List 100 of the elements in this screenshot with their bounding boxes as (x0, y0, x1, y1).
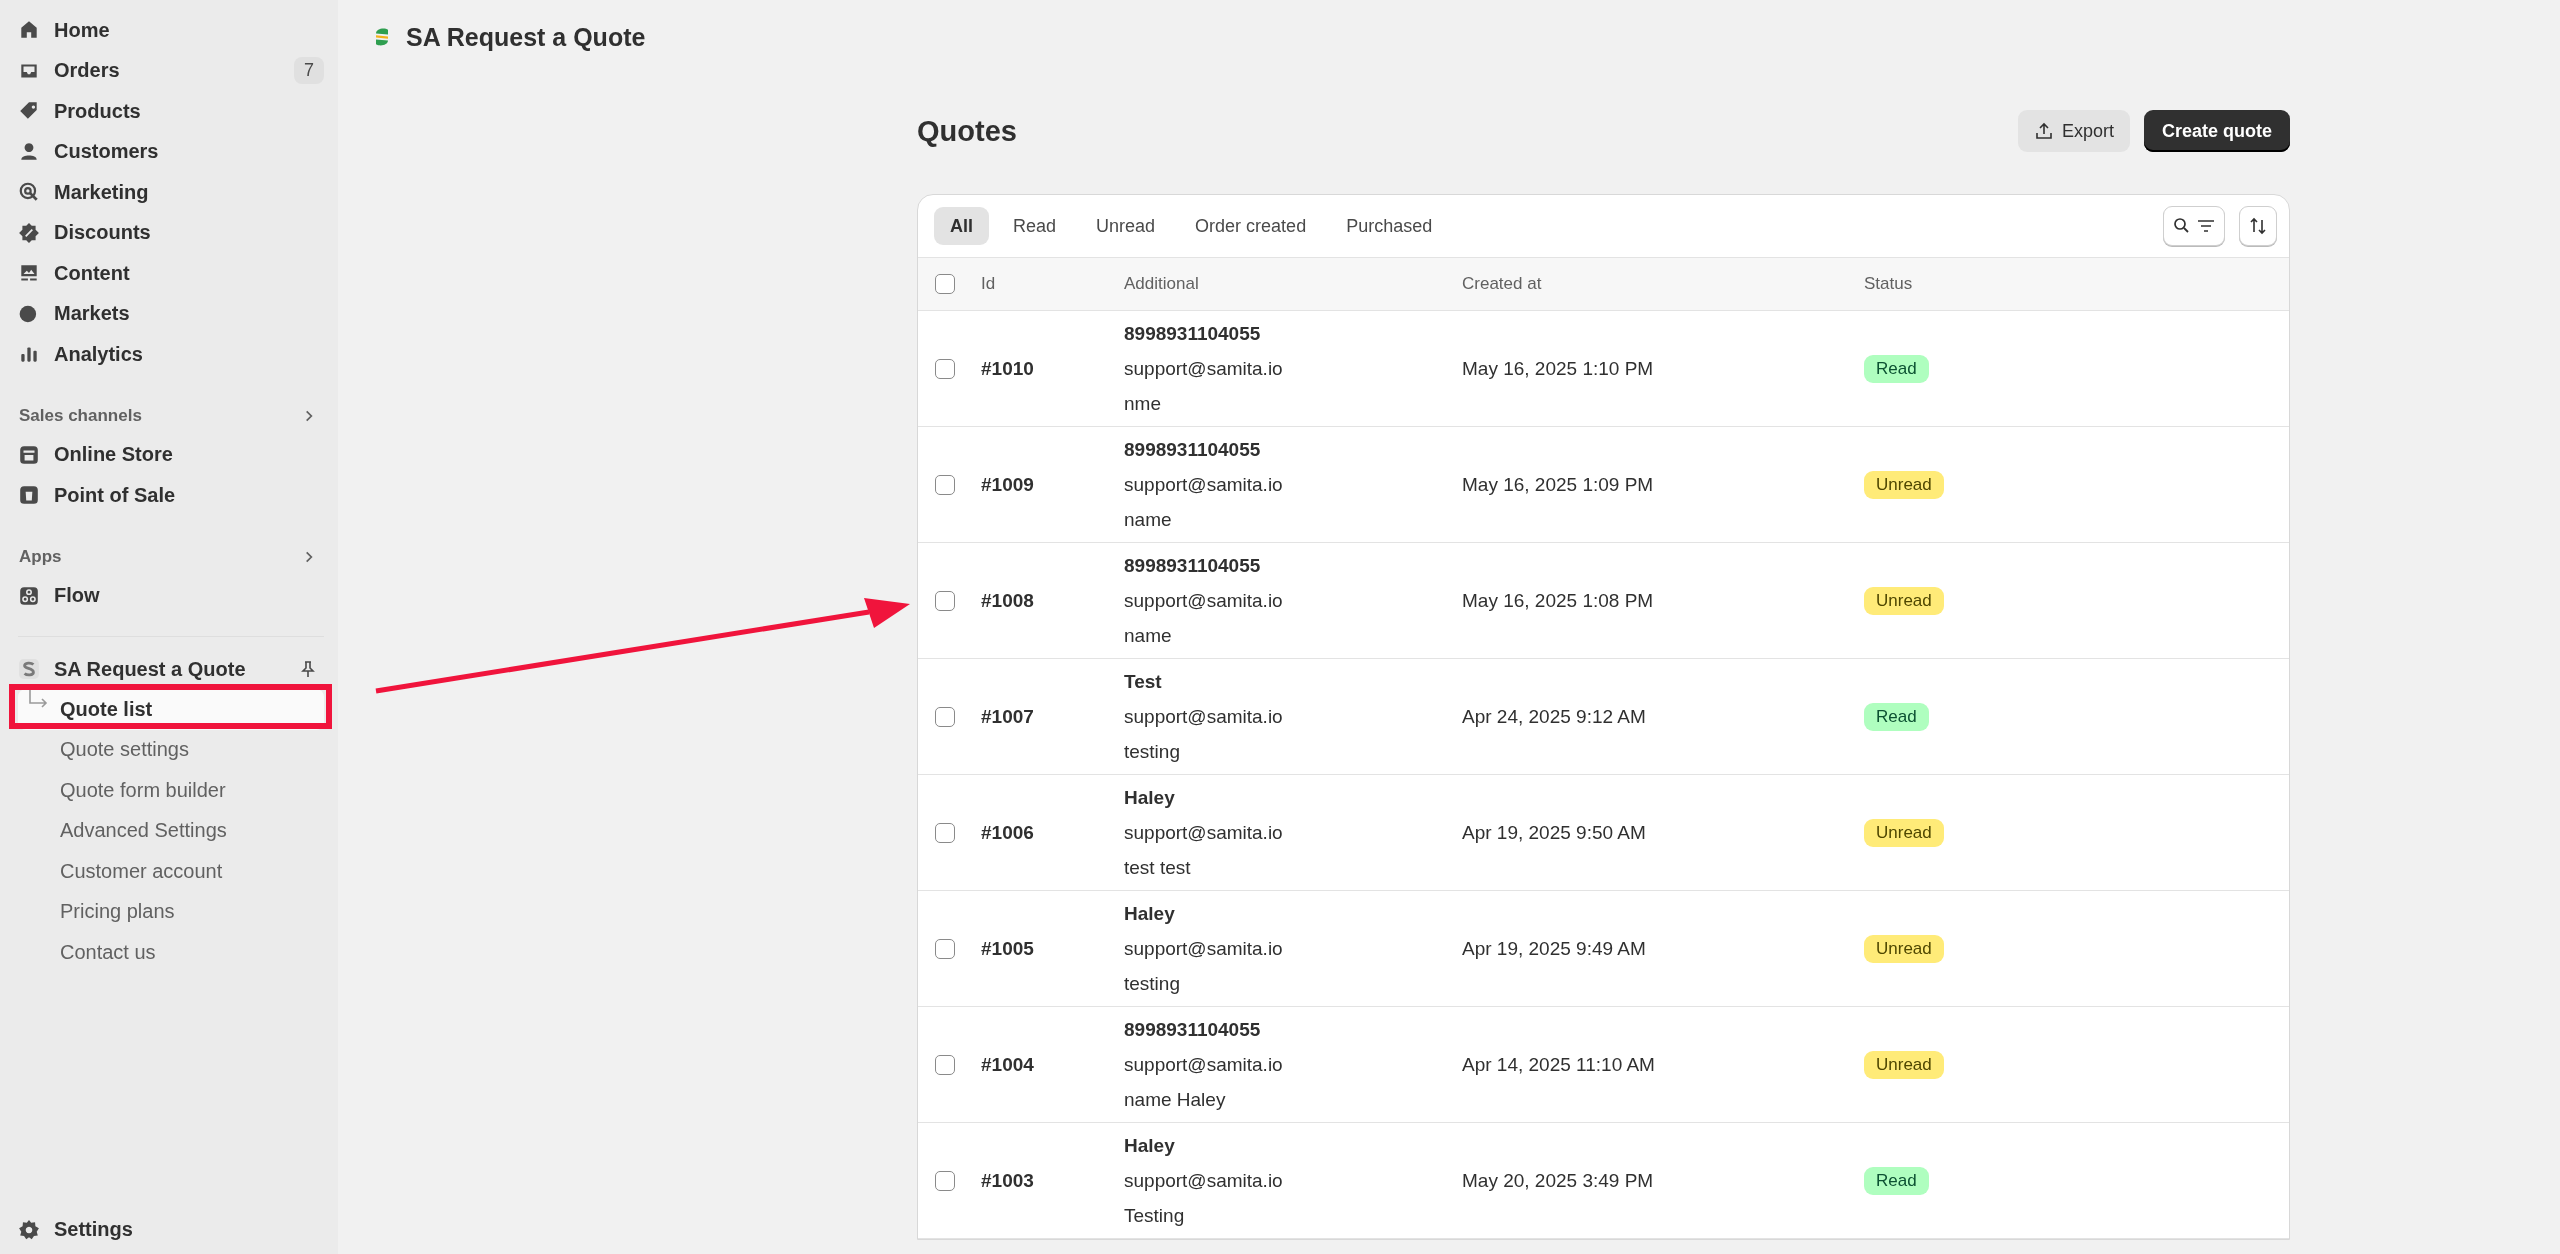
filter-tab[interactable]: Read (997, 207, 1073, 245)
pin-icon[interactable] (298, 659, 318, 679)
table-cell-text: support@samita.io (1124, 705, 1284, 729)
discount-icon (18, 221, 40, 244)
column-header: Additional (1124, 274, 1200, 294)
status-badge: Unread (1864, 818, 1944, 847)
sub-nav-item[interactable]: Contact us (18, 932, 324, 973)
filter-tab[interactable]: Purchased (1330, 207, 1449, 245)
person-icon (18, 140, 40, 163)
nav-item[interactable]: Analytics (18, 334, 324, 375)
section-title: Sales channels (19, 405, 142, 426)
quote-id: #1010 (981, 357, 1035, 380)
section-title: Apps (19, 546, 62, 567)
app-logo-icon (18, 658, 40, 680)
table-cell-text: Haley (1124, 902, 1176, 926)
store-icon (18, 443, 40, 466)
table-cell-text: support@samita.io (1124, 357, 1284, 381)
table-cell-text: May 20, 2025 3:49 PM (1462, 1169, 1655, 1192)
table-cell-text: Apr 14, 2025 11:10 AM (1462, 1053, 1656, 1076)
table-cell-text: support@samita.io (1124, 473, 1284, 497)
row-checkbox[interactable] (935, 1170, 955, 1191)
table-cell-text: Apr 19, 2025 9:50 AM (1462, 821, 1647, 844)
table-cell-text: support@samita.io (1124, 937, 1284, 961)
status-badge: Read (1864, 702, 1929, 731)
sub-nav-item[interactable]: Advanced Settings (18, 810, 324, 851)
row-checkbox[interactable] (935, 938, 955, 959)
table-cell-text: name Haley (1124, 1088, 1227, 1112)
app-title: SA Request a Quote (406, 22, 646, 52)
nav-item[interactable]: Online Store (18, 434, 324, 475)
table-cell-text: support@samita.io (1124, 1053, 1284, 1077)
sub-nav-item[interactable]: Customer account (18, 851, 324, 892)
flow-icon (18, 584, 40, 607)
app-name[interactable]: SA Request a Quote (54, 657, 284, 681)
quote-id: #1009 (981, 473, 1035, 496)
nav-item[interactable]: Markets (18, 293, 324, 334)
quote-id: #1005 (981, 937, 1035, 960)
row-checkbox[interactable] (935, 590, 955, 611)
filter-tab[interactable]: Unread (1080, 207, 1172, 245)
table-cell-text: May 16, 2025 1:10 PM (1462, 357, 1655, 380)
table-cell-text: 8998931104055 (1124, 1018, 1262, 1042)
table-cell-text: Test (1124, 670, 1163, 694)
status-badge: Unread (1864, 1050, 1944, 1079)
nav-item[interactable]: Home (18, 10, 324, 51)
select-all-checkbox[interactable] (935, 274, 955, 294)
table-cell-text: testing (1124, 972, 1181, 996)
table-cell-text: 8998931104055 (1124, 554, 1262, 578)
table-cell-text: 8998931104055 (1124, 438, 1262, 462)
quote-id: #1006 (981, 821, 1035, 844)
status-badge: Unread (1864, 934, 1944, 963)
nav-item[interactable]: Point of Sale (18, 475, 324, 516)
create-quote-button[interactable]: Create quote (2143, 110, 2290, 152)
row-checkbox[interactable] (935, 706, 955, 727)
row-checkbox[interactable] (935, 474, 955, 495)
table-cell-text: May 16, 2025 1:08 PM (1462, 589, 1655, 612)
quote-id: #1007 (981, 705, 1035, 728)
table-cell-text: name (1124, 624, 1173, 648)
status-badge: Read (1864, 1166, 1929, 1195)
status-badge: Unread (1864, 470, 1944, 499)
table-cell-text: testing (1124, 740, 1181, 764)
table-cell-text: test test (1124, 856, 1192, 880)
quote-id: #1003 (981, 1169, 1035, 1192)
quote-id: #1004 (981, 1053, 1035, 1076)
nav-item[interactable]: Products (18, 91, 324, 132)
table-cell-text: support@samita.io (1124, 1169, 1284, 1193)
nav-item[interactable]: Content (18, 253, 324, 294)
nav-item[interactable]: Orders 7 (18, 50, 324, 91)
column-header: Status (1864, 274, 1914, 294)
row-checkbox[interactable] (935, 358, 955, 379)
row-checkbox[interactable] (935, 1054, 955, 1075)
nav-item[interactable]: Flow (18, 575, 324, 616)
status-badge: Read (1864, 354, 1929, 383)
sub-nav-item[interactable]: Quote settings (18, 729, 324, 770)
table-cell-text: Apr 19, 2025 9:49 AM (1462, 937, 1647, 960)
row-checkbox[interactable] (935, 822, 955, 843)
sort-icon (2248, 216, 2268, 236)
sort-button[interactable] (2239, 206, 2277, 246)
table-cell-text: Testing (1124, 1204, 1186, 1228)
column-header: Id (981, 274, 997, 294)
nav-item[interactable]: Customers (18, 131, 324, 172)
export-button[interactable]: Export (2017, 110, 2130, 152)
count-badge: 7 (294, 57, 324, 85)
nav-item[interactable]: Discounts (18, 212, 324, 253)
nav-item[interactable]: Settings (18, 1209, 324, 1250)
filter-tab[interactable]: All (934, 207, 989, 245)
status-badge: Unread (1864, 586, 1944, 615)
nav-item[interactable]: Marketing (18, 172, 324, 213)
table-cell-text: 8998931104055 (1124, 322, 1262, 346)
filter-tab[interactable]: Order created (1179, 207, 1323, 245)
search-filter-button[interactable] (2163, 206, 2225, 246)
upload-icon (2033, 121, 2054, 141)
column-header: Created at (1462, 274, 1543, 294)
table-cell-text: Haley (1124, 1134, 1176, 1158)
sub-nav-item[interactable]: Pricing plans (18, 891, 324, 932)
table-cell-text: Apr 24, 2025 9:12 AM (1462, 705, 1647, 728)
table-cell-text: Haley (1124, 786, 1176, 810)
settings-icon (18, 1218, 40, 1241)
table-cell-text: name (1124, 508, 1173, 532)
sub-nav-item[interactable]: Quote form builder (18, 770, 324, 811)
table-cell-text: support@samita.io (1124, 589, 1284, 613)
bag-icon (18, 484, 40, 507)
